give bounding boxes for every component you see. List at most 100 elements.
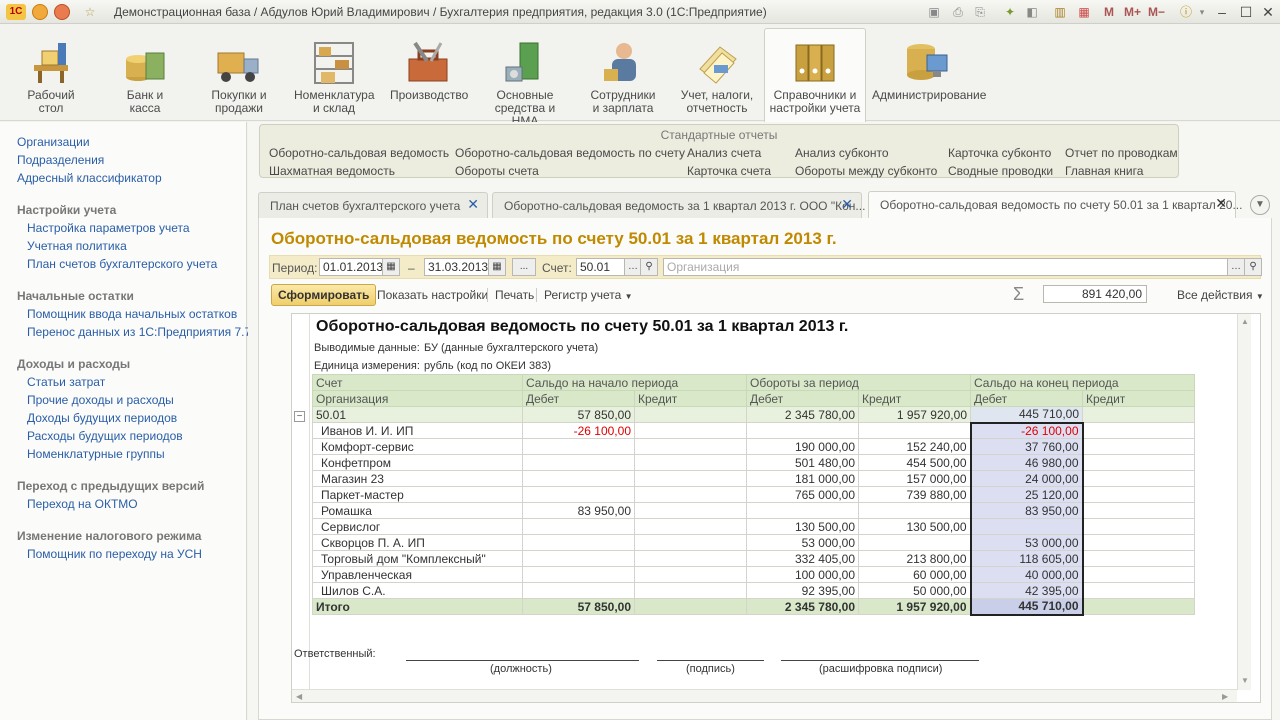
table-cell[interactable] — [969, 518, 1084, 535]
table-cell[interactable]: 24 000,00 — [969, 470, 1084, 487]
section-references-settings[interactable]: Справочники и настройки учета — [764, 28, 866, 122]
table-cell[interactable] — [634, 582, 747, 599]
app-logo-icon[interactable]: 1С — [6, 4, 26, 20]
table-cell[interactable]: 181 000,00 — [746, 470, 859, 487]
table-cell[interactable]: 213 800,00 — [858, 550, 971, 567]
table-cell[interactable] — [634, 454, 747, 471]
table-cell[interactable]: 57 850,00 — [522, 406, 635, 423]
column-header[interactable]: Кредит — [1082, 390, 1195, 407]
report-link-account-turnover[interactable]: Обороты счета — [455, 164, 539, 178]
preview-icon[interactable]: ⎘ — [972, 4, 988, 20]
table-cell[interactable]: 765 000,00 — [746, 486, 859, 503]
table-cell[interactable]: Итого — [312, 598, 523, 615]
table-cell[interactable]: 1 957 920,00 — [858, 406, 971, 423]
nav-link-deferred-expenses[interactable]: Расходы будущих периодов — [27, 429, 183, 443]
table-cell[interactable] — [1082, 502, 1195, 519]
memory-button-m-plus[interactable]: M+ — [1124, 4, 1141, 20]
table-cell[interactable]: 454 500,00 — [858, 454, 971, 471]
table-cell[interactable]: 190 000,00 — [746, 438, 859, 455]
search-icon[interactable]: ⚲ — [640, 258, 658, 276]
table-cell[interactable]: Конфетпром — [312, 454, 523, 471]
table-cell[interactable] — [1082, 582, 1195, 599]
section-nomenclature-warehouse[interactable]: Номенклатура и склад — [294, 29, 375, 119]
section-fixed-assets[interactable]: Основные средства и НМА — [482, 29, 568, 128]
table-cell[interactable]: 157 000,00 — [858, 470, 971, 487]
history-icon[interactable]: ◧ — [1024, 4, 1040, 20]
table-cell[interactable]: 501 480,00 — [746, 454, 859, 471]
nav-link-other-income-expenses[interactable]: Прочие доходы и расходы — [27, 393, 174, 407]
table-cell[interactable]: -26 100,00 — [522, 422, 635, 439]
table-cell[interactable]: 53 000,00 — [746, 534, 859, 551]
report-document[interactable]: − Оборотно-сальдовая ведомость по счету … — [291, 313, 1261, 703]
nav-link-organizations[interactable]: Организации — [17, 135, 90, 149]
organization-input[interactable]: Организация — [663, 258, 1245, 276]
section-desktop[interactable]: Рабочий стол — [18, 29, 84, 119]
table-cell[interactable]: 445 710,00 — [969, 598, 1084, 616]
table-cell[interactable]: Шилов С.А. — [312, 582, 523, 599]
table-cell[interactable] — [1082, 406, 1195, 423]
table-cell[interactable]: 118 605,00 — [969, 550, 1084, 567]
section-employees-salary[interactable]: Сотрудники и зарплата — [588, 29, 658, 119]
report-link-general-ledger[interactable]: Главная книга — [1065, 164, 1143, 178]
table-cell[interactable] — [1082, 438, 1195, 455]
scroll-up-icon[interactable]: ▲ — [1241, 317, 1249, 326]
generate-button[interactable]: Сформировать — [271, 284, 377, 306]
section-accounting-taxes[interactable]: Учет, налоги, отчетность — [680, 29, 754, 119]
nav-link-nomenclature-groups[interactable]: Номенклатурные группы — [27, 447, 165, 461]
table-cell[interactable] — [1082, 566, 1195, 583]
tab-trial-balance[interactable]: Оборотно-сальдовая ведомость за 1 кварта… — [492, 192, 865, 218]
table-cell[interactable]: Комфорт-сервис — [312, 438, 523, 455]
table-cell[interactable]: 25 120,00 — [969, 486, 1084, 503]
table-cell[interactable]: 37 760,00 — [969, 438, 1084, 455]
home-icon[interactable] — [54, 4, 70, 20]
close-tab-icon[interactable]: ✕ — [841, 196, 853, 213]
table-cell[interactable] — [522, 566, 635, 583]
table-cell[interactable]: 2 345 780,00 — [746, 406, 859, 423]
table-cell[interactable] — [522, 486, 635, 503]
table-cell[interactable] — [634, 502, 747, 519]
table-cell[interactable] — [634, 534, 747, 551]
table-cell[interactable]: 83 950,00 — [522, 502, 635, 519]
table-cell[interactable] — [634, 470, 747, 487]
nav-link-cost-items[interactable]: Статьи затрат — [27, 375, 105, 389]
table-cell[interactable] — [634, 598, 747, 615]
column-header[interactable]: Дебет — [522, 390, 635, 407]
report-link-subconto-turnover[interactable]: Обороты между субконто — [795, 164, 937, 178]
tab-chart-of-accounts[interactable]: План счетов бухгалтерского учета ✕ — [258, 192, 488, 218]
table-cell[interactable]: 53 000,00 — [969, 534, 1084, 551]
table-cell[interactable] — [746, 422, 859, 439]
vertical-scrollbar[interactable]: ▲ ▼ — [1237, 314, 1251, 690]
section-production[interactable]: Производство — [390, 29, 468, 119]
horizontal-scrollbar[interactable]: ◀ ▶ — [292, 689, 1237, 702]
chevron-down-icon[interactable]: ▾ — [1194, 4, 1210, 20]
column-header[interactable]: Дебет — [970, 390, 1083, 407]
table-cell[interactable]: 332 405,00 — [746, 550, 859, 567]
table-cell[interactable]: 83 950,00 — [969, 502, 1084, 519]
table-cell[interactable] — [1082, 534, 1195, 551]
search-icon[interactable]: ⚲ — [1244, 258, 1262, 276]
column-header[interactable]: Организация — [312, 390, 523, 407]
table-cell[interactable] — [522, 550, 635, 567]
table-cell[interactable]: 445 710,00 — [970, 406, 1083, 423]
nav-link-opening-balances-wizard[interactable]: Помощник ввода начальных остатков — [27, 307, 237, 321]
nav-link-divisions[interactable]: Подразделения — [17, 153, 104, 167]
table-cell[interactable]: 2 345 780,00 — [746, 598, 859, 615]
table-cell[interactable] — [1082, 422, 1195, 439]
maximize-button[interactable]: ☐ — [1236, 2, 1256, 22]
add-favorites-icon[interactable]: ✦ — [1002, 4, 1018, 20]
table-cell[interactable]: 50 000,00 — [858, 582, 971, 599]
nav-link-deferred-income[interactable]: Доходы будущих периодов — [27, 411, 177, 425]
table-cell[interactable] — [522, 518, 635, 535]
calendar-icon[interactable]: ▦ — [382, 258, 400, 276]
nav-link-data-transfer-77[interactable]: Перенос данных из 1С:Предприятия 7.7 — [27, 325, 251, 339]
table-cell[interactable] — [634, 518, 747, 535]
nav-link-oktmo-transition[interactable]: Переход на ОКТМО — [27, 497, 138, 511]
table-cell[interactable] — [858, 502, 971, 519]
table-cell[interactable] — [522, 534, 635, 551]
table-cell[interactable] — [522, 582, 635, 599]
calendar-icon[interactable]: ▦ — [1076, 4, 1092, 20]
table-cell[interactable]: Торговый дом "Комплексный" — [312, 550, 523, 567]
table-cell[interactable] — [634, 550, 747, 567]
table-cell[interactable]: 46 980,00 — [969, 454, 1084, 471]
memory-button-m-minus[interactable]: M− — [1148, 4, 1165, 20]
